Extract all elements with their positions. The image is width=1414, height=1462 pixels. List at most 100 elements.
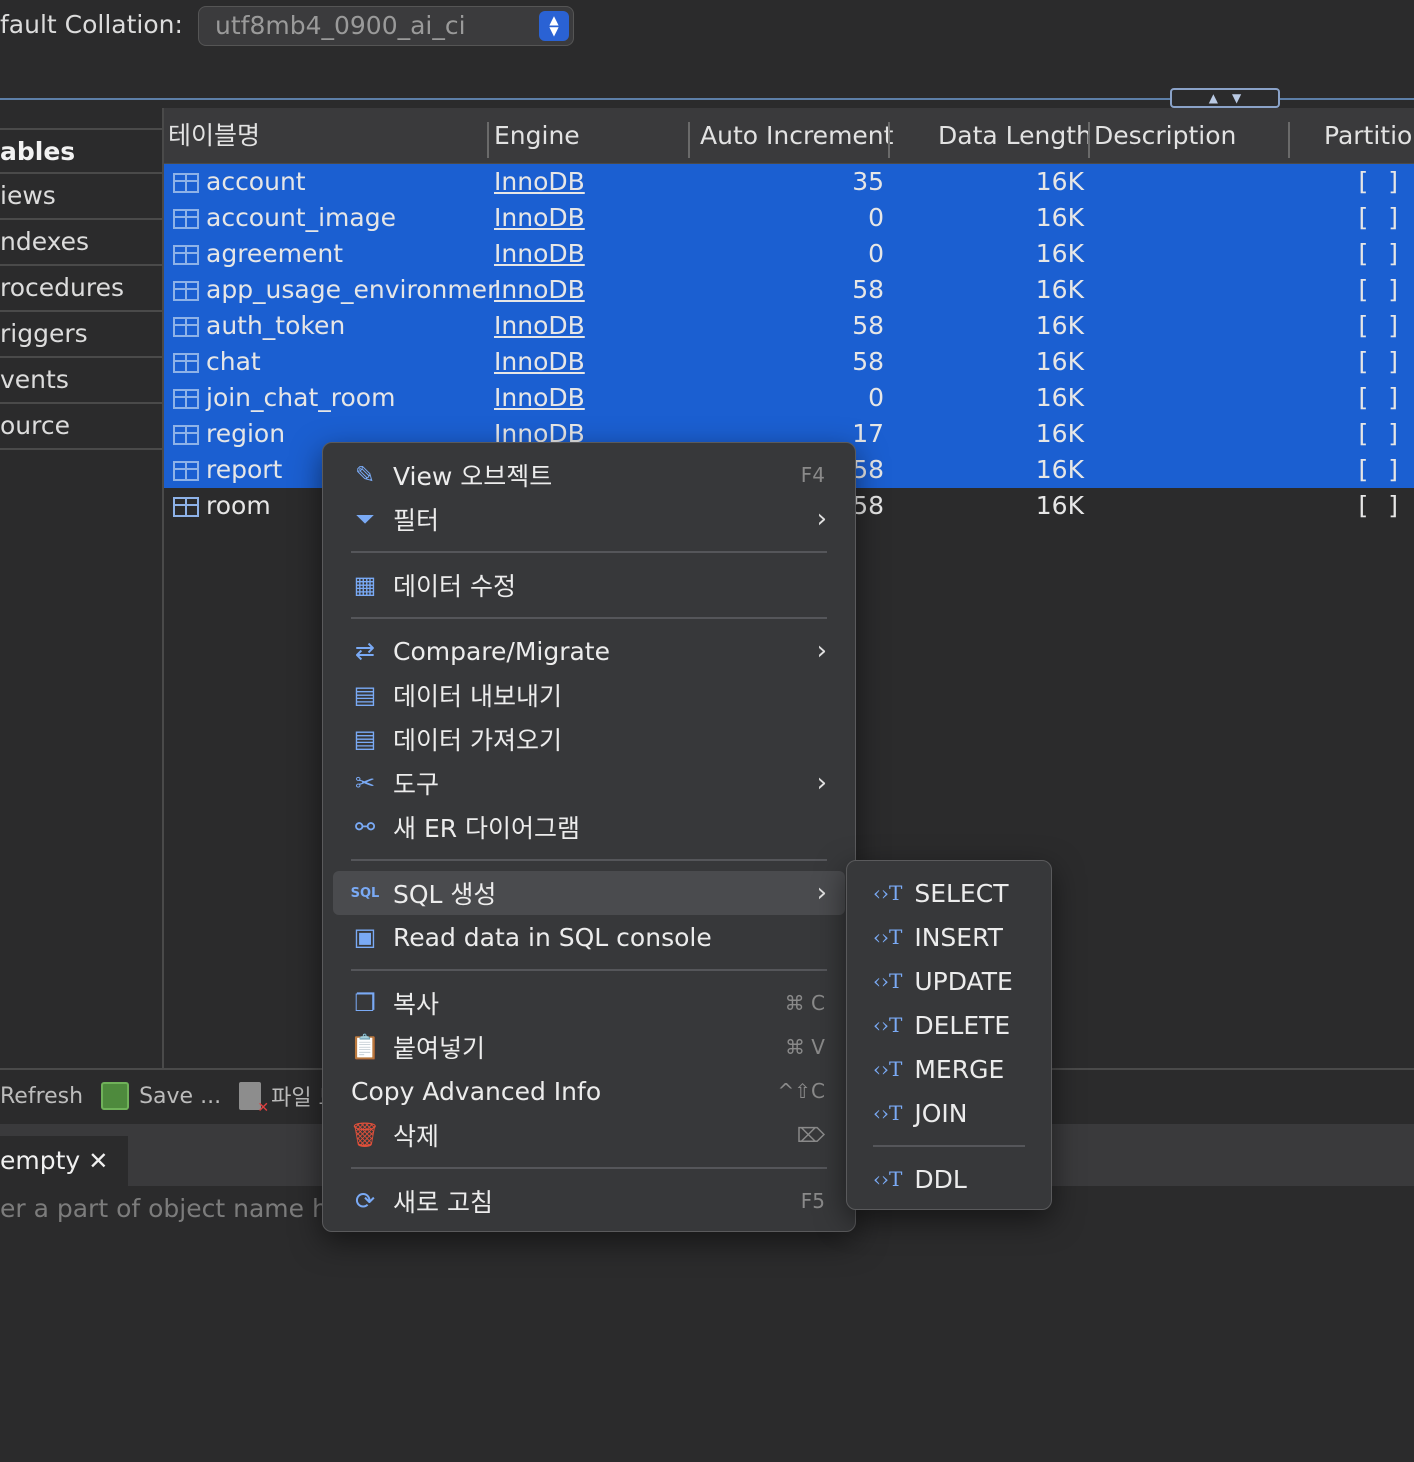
expand-down-icon[interactable]: ▼ — [1232, 91, 1241, 105]
column-separator[interactable] — [1288, 122, 1290, 158]
submenu-label: MERGE — [914, 1054, 1005, 1084]
menu-item-filter[interactable]: ⏷ 필터 › — [333, 497, 845, 541]
shortcut-label: F4 — [800, 463, 825, 487]
table-icon — [173, 461, 199, 481]
sql-icon: SQL — [350, 885, 380, 901]
nav-item-procedures[interactable]: rocedures — [0, 266, 163, 312]
cell-auto-increment: 0 — [868, 203, 884, 232]
cell-engine-link[interactable]: InnoDB — [494, 236, 585, 272]
menu-item-edit-data[interactable]: ▦ 데이터 수정 — [333, 563, 845, 607]
column-separator[interactable] — [1088, 122, 1090, 158]
menu-item-read-sql-console[interactable]: ▣ Read data in SQL console — [333, 915, 845, 959]
cell-table-name: account — [206, 167, 306, 196]
column-header-partition[interactable]: Partitio — [1324, 108, 1412, 164]
pencil-icon: ✎ — [354, 461, 376, 489]
menu-item-paste[interactable]: 📋 붙여넣기 ⌘ V — [333, 1025, 845, 1069]
column-header-description[interactable]: Description — [1094, 108, 1236, 164]
column-header-data-length[interactable]: Data Length — [938, 108, 1092, 164]
copy-icon: ❐ — [354, 989, 376, 1017]
template-icon: ‹›T — [873, 969, 903, 993]
template-icon: ‹›T — [873, 1057, 903, 1081]
cell-auto-increment: 0 — [868, 239, 884, 268]
menu-item-view-object[interactable]: ✎ View 오브젝트 F4 — [333, 453, 845, 497]
collapse-up-icon[interactable]: ▲ — [1209, 91, 1218, 105]
menu-separator — [351, 617, 827, 619]
menu-label: 데이터 가져오기 — [393, 726, 562, 755]
menu-item-export-data[interactable]: ▤ 데이터 내보내기 — [333, 673, 845, 717]
cell-engine-link[interactable]: InnoDB — [494, 380, 585, 416]
chevron-right-icon: › — [816, 636, 827, 666]
submenu-label: UPDATE — [914, 966, 1013, 996]
table-row[interactable]: auth_token InnoDB 58 16K [ ] — [164, 308, 1414, 344]
submenu-item-update[interactable]: ‹›T UPDATE — [857, 959, 1041, 1003]
cell-data-length: 16K — [1035, 455, 1084, 484]
nav-item-source[interactable]: ource — [0, 404, 163, 450]
menu-item-compare-migrate[interactable]: ⇄ Compare/Migrate › — [333, 629, 845, 673]
column-separator[interactable] — [487, 122, 489, 158]
nav-item-triggers[interactable]: riggers — [0, 312, 163, 358]
refresh-button[interactable]: Refresh — [0, 1084, 83, 1109]
trash-icon: 🗑 — [349, 1121, 381, 1149]
submenu-item-delete[interactable]: ‹›T DELETE — [857, 1003, 1041, 1047]
menu-item-refresh[interactable]: ⟳ 새로 고침 F5 — [333, 1179, 845, 1223]
close-icon[interactable]: ✕ — [88, 1147, 108, 1175]
diagram-icon: ⚯ — [354, 813, 376, 841]
template-icon: ‹›T — [873, 1013, 903, 1037]
cell-engine-link[interactable]: InnoDB — [494, 344, 585, 380]
cell-engine-link[interactable]: InnoDB — [494, 164, 585, 200]
collation-label: fault Collation: — [0, 10, 183, 39]
cell-data-length: 16K — [1035, 167, 1084, 196]
menu-item-delete[interactable]: 🗑 삭제 ⌦ — [333, 1113, 845, 1157]
shortcut-label: ⌘ C — [784, 991, 825, 1015]
table-row[interactable]: account InnoDB 35 16K [ ] — [164, 164, 1414, 200]
table-row[interactable]: agreement InnoDB 0 16K [ ] — [164, 236, 1414, 272]
nav-item-events[interactable]: vents — [0, 358, 163, 404]
table-row[interactable]: chat InnoDB 58 16K [ ] — [164, 344, 1414, 380]
table-icon — [173, 173, 199, 193]
tab-empty[interactable]: empty ✕ — [0, 1136, 128, 1186]
menu-separator — [351, 969, 827, 971]
cell-auto-increment: 17 — [852, 419, 884, 448]
save-button[interactable]: Save ... — [101, 1082, 221, 1110]
cell-auto-increment: 58 — [852, 455, 884, 484]
submenu-item-select[interactable]: ‹›T SELECT — [857, 871, 1041, 915]
column-header-auto-increment[interactable]: Auto Increment — [700, 108, 893, 164]
table-row[interactable]: join_chat_room InnoDB 0 16K [ ] — [164, 380, 1414, 416]
menu-label: 새 ER 다이어그램 — [393, 814, 581, 843]
search-input-placeholder[interactable]: er a part of object name he — [0, 1194, 343, 1223]
menu-item-copy[interactable]: ❐ 복사 ⌘ C — [333, 981, 845, 1025]
menu-item-new-er-diagram[interactable]: ⚯ 새 ER 다이어그램 — [333, 805, 845, 849]
table-row[interactable]: app_usage_environmer InnoDB 58 16K [ ] — [164, 272, 1414, 308]
submenu-item-merge[interactable]: ‹›T MERGE — [857, 1047, 1041, 1091]
submenu-item-ddl[interactable]: ‹›T DDL — [857, 1157, 1041, 1201]
column-header-engine[interactable]: Engine — [494, 108, 580, 164]
menu-label: 삭제 — [393, 1122, 440, 1151]
table-icon — [173, 209, 199, 229]
cell-engine-link[interactable]: InnoDB — [494, 200, 585, 236]
column-header-name[interactable]: 테이블명 — [168, 108, 260, 164]
submenu-item-insert[interactable]: ‹›T INSERT — [857, 915, 1041, 959]
column-separator[interactable] — [888, 122, 890, 158]
menu-item-copy-advanced-info[interactable]: Copy Advanced Info ^⇧C — [333, 1069, 845, 1113]
nav-item-tables[interactable]: ables — [0, 128, 163, 174]
cell-table-name: room — [206, 491, 271, 520]
menu-item-generate-sql[interactable]: SQL SQL 생성 › — [333, 871, 845, 915]
column-separator[interactable] — [688, 122, 690, 158]
chevron-right-icon: › — [816, 878, 827, 908]
submenu-item-join[interactable]: ‹›T JOIN — [857, 1091, 1041, 1135]
menu-item-import-data[interactable]: ▤ 데이터 가져오기 — [333, 717, 845, 761]
menu-item-tools[interactable]: ✂ 도구 › — [333, 761, 845, 805]
sash-handle[interactable]: ▲ ▼ — [1170, 88, 1280, 108]
nav-item-views[interactable]: iews — [0, 174, 163, 220]
menu-label: 새로 고침 — [393, 1188, 493, 1217]
table-row[interactable]: account_image InnoDB 0 16K [ ] — [164, 200, 1414, 236]
cell-table-name: agreement — [206, 239, 344, 268]
cell-engine-link[interactable]: InnoDB — [494, 272, 585, 308]
template-icon: ‹›T — [873, 1101, 903, 1125]
save-label: Save ... — [139, 1083, 222, 1109]
nav-item-indexes[interactable]: ndexes — [0, 220, 163, 266]
cell-partition: [ ] — [1358, 203, 1404, 232]
table-icon — [173, 245, 199, 265]
cell-engine-link[interactable]: InnoDB — [494, 308, 585, 344]
collation-select[interactable]: utf8mb4_0900_ai_ci ▲ ▼ — [198, 6, 574, 46]
